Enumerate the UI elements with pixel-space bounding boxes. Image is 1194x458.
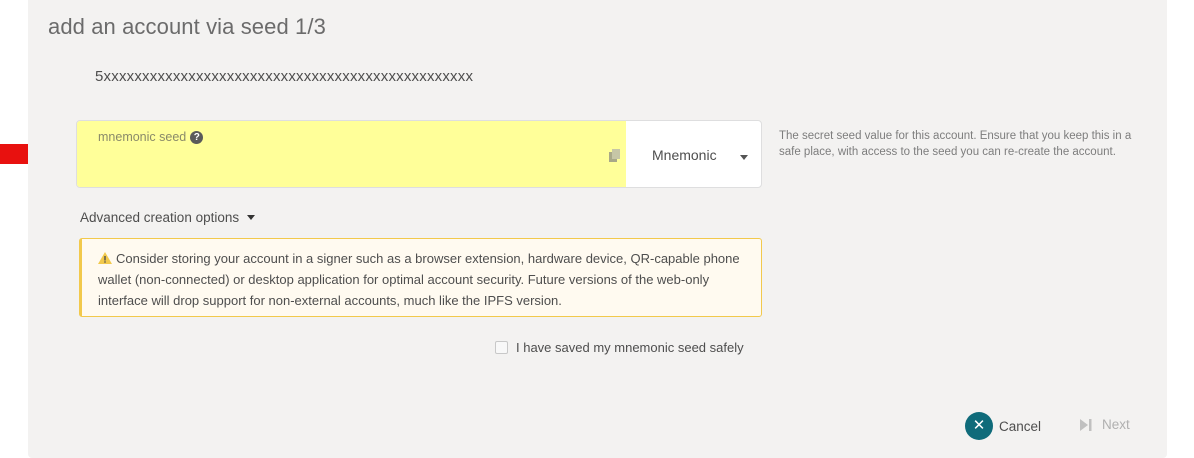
seed-help-text: The secret seed value for this account. … <box>779 130 1132 158</box>
chevron-down-icon <box>740 155 748 160</box>
seed-label-text: mnemonic seed <box>98 130 187 144</box>
next-button[interactable]: Next <box>1080 417 1130 432</box>
seed-input-highlight[interactable]: mnemonic seed ? <box>77 121 626 187</box>
question-circle-icon[interactable]: ? <box>190 130 204 144</box>
confirm-saved[interactable]: I have saved my mnemonic seed safely <box>495 340 744 355</box>
caret-down-icon <box>247 215 256 220</box>
seed-type-selected: Mnemonic <box>652 147 717 163</box>
confirm-label: I have saved my mnemonic seed safely <box>516 340 744 355</box>
advanced-options-toggle[interactable]: Advanced creation options <box>80 210 256 225</box>
confirm-checkbox[interactable] <box>495 341 508 354</box>
seed-label: mnemonic seed ? <box>98 130 204 144</box>
warning-triangle-icon <box>98 252 112 264</box>
seed-input[interactable] <box>97 149 597 179</box>
cancel-button[interactable]: ✕ Cancel <box>965 412 1041 440</box>
create-account-modal: add an account via seed 1/3 5xxxxxxxxxxx… <box>28 0 1167 458</box>
seed-type-dropdown[interactable]: Mnemonic <box>626 121 761 187</box>
warning-text: Consider storing your account in a signe… <box>98 251 740 308</box>
seed-input-group: mnemonic seed ? Mnemonic <box>76 120 762 188</box>
copy-icon[interactable] <box>608 149 622 163</box>
modal-title: add an account via seed 1/3 <box>48 14 326 39</box>
cancel-label: Cancel <box>999 418 1042 434</box>
account-address: 5xxxxxxxxxxxxxxxxxxxxxxxxxxxxxxxxxxxxxxx… <box>95 68 474 85</box>
step-forward-icon <box>1080 418 1092 431</box>
next-label: Next <box>1102 417 1130 432</box>
warning-message: Consider storing your account in a signe… <box>79 238 762 317</box>
close-circle-icon: ✕ <box>965 412 993 440</box>
advanced-options-label: Advanced creation options <box>80 210 240 225</box>
